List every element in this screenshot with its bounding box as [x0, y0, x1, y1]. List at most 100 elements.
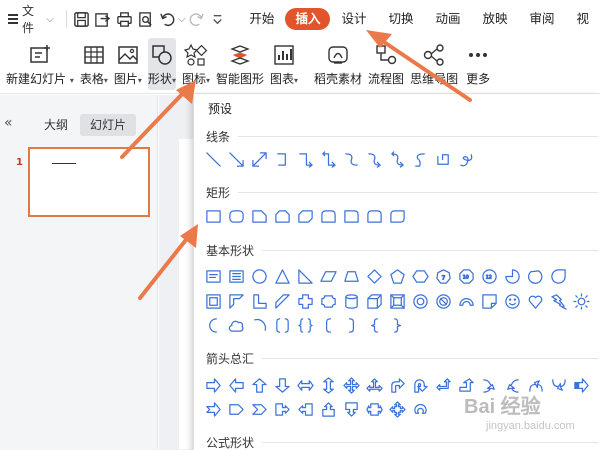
shape-can[interactable] [342, 292, 361, 311]
tab-design[interactable]: 设计 [330, 8, 377, 30]
tab-insert[interactable]: 插入 [285, 8, 331, 30]
shape-curved-double-arrow[interactable] [388, 150, 407, 169]
shape-elbow-connector[interactable] [273, 150, 292, 169]
shape-curve[interactable] [411, 150, 430, 169]
tab-slideshow[interactable]: 放映 [472, 8, 519, 30]
shape-chord[interactable] [526, 267, 545, 286]
shape-chevron[interactable] [250, 400, 269, 419]
shape-right-brace[interactable] [388, 316, 407, 335]
print-preview-button[interactable] [136, 8, 155, 30]
shape-snip-single-corner[interactable] [250, 207, 269, 226]
shape-down-arrow-callout[interactable] [342, 400, 361, 419]
shape-freeform[interactable] [434, 150, 453, 169]
customize-quick-access-button[interactable] [208, 8, 227, 30]
shape-donut[interactable] [411, 292, 430, 311]
shape-line[interactable] [204, 150, 223, 169]
shape-left-right-arrow[interactable] [296, 376, 315, 395]
table-button[interactable]: 表格▾ [80, 38, 108, 90]
stock-material-button[interactable]: 稻壳素材 [314, 38, 362, 90]
shape-circular-arrow[interactable] [411, 400, 430, 419]
shape-double-brace[interactable] [296, 316, 315, 335]
tab-slides[interactable]: 幻灯片 [80, 114, 137, 136]
shape-diagonal-stripe[interactable] [273, 292, 292, 311]
redo-button[interactable] [186, 8, 205, 30]
shape-triangle[interactable] [273, 267, 292, 286]
icon-button[interactable]: 图标▾ [182, 38, 210, 90]
more-button[interactable]: 更多 [464, 38, 492, 90]
undo-button[interactable] [157, 8, 176, 30]
new-slide-button[interactable]: 新建幻灯片 ▾ [6, 38, 74, 90]
shape-quad-arrow-callout[interactable] [388, 400, 407, 419]
shape-no-symbol[interactable] [434, 292, 453, 311]
shape-curved-arrow[interactable] [365, 150, 384, 169]
shape-right-arrow[interactable] [204, 376, 223, 395]
shape-left-bracket[interactable] [319, 316, 338, 335]
shape-sun[interactable] [572, 292, 591, 311]
shape-curved-down-arrow[interactable] [549, 376, 568, 395]
shape-block-arc[interactable] [457, 292, 476, 311]
shape-vertical-text-box[interactable] [227, 267, 246, 286]
shape-snip-round-corner[interactable] [319, 207, 338, 226]
shape-u-turn-arrow[interactable] [411, 376, 430, 395]
shape-left-right-arrow-callout[interactable] [365, 400, 384, 419]
shape-bevel[interactable] [388, 292, 407, 311]
shape-cloud[interactable] [227, 316, 246, 335]
shape-left-arrow-callout[interactable] [296, 400, 315, 419]
shape-down-arrow[interactable] [273, 376, 292, 395]
shape-snip-same-side[interactable] [273, 207, 292, 226]
shape-arc[interactable] [250, 316, 269, 335]
shape-left-brace[interactable] [365, 316, 384, 335]
shape-button[interactable]: 形状▾ [147, 38, 176, 90]
shape-elbow-arrow[interactable] [296, 150, 315, 169]
shape-hexagon[interactable] [411, 267, 430, 286]
shape-left-right-up-arrow[interactable] [365, 376, 384, 395]
shape-up-arrow-callout[interactable] [319, 400, 338, 419]
shape-heptagon[interactable]: 7 [434, 267, 453, 286]
print-button[interactable] [114, 8, 133, 30]
shape-oval[interactable] [250, 267, 269, 286]
shape-right-triangle[interactable] [296, 267, 315, 286]
shape-lightning-bolt[interactable] [549, 292, 568, 311]
tab-review[interactable]: 审阅 [519, 8, 566, 30]
smart-graphic-button[interactable]: 智能图形 [216, 38, 264, 90]
file-menu-button[interactable]: 文件 ⌵ [0, 0, 62, 38]
collapse-panel-icon[interactable]: « [4, 115, 13, 131]
export-pdf-button[interactable] [93, 8, 112, 30]
shape-smiley-face[interactable] [503, 292, 522, 311]
shape-folded-corner[interactable] [480, 292, 499, 311]
shape-heart[interactable] [526, 292, 545, 311]
slide-thumbnail[interactable] [28, 147, 150, 217]
tab-animations[interactable]: 动画 [424, 8, 471, 30]
shape-snip-diagonal[interactable] [296, 207, 315, 226]
shape-teardrop[interactable] [549, 267, 568, 286]
shape-bent-arrow[interactable] [388, 376, 407, 395]
shape-pie[interactable] [503, 267, 522, 286]
shape-notched-right-arrow[interactable] [204, 400, 223, 419]
shape-pentagon-arrow[interactable] [227, 400, 246, 419]
shape-text-box[interactable] [204, 267, 223, 286]
tab-outline[interactable]: 大纲 [34, 114, 78, 136]
shape-plaque[interactable] [319, 292, 338, 311]
shape-round-diagonal[interactable] [388, 207, 407, 226]
shape-decagon[interactable]: 10 [457, 267, 476, 286]
shape-rectangle[interactable] [204, 207, 223, 226]
shape-left-up-arrow[interactable] [434, 376, 453, 395]
shape-frame[interactable] [204, 292, 223, 311]
shape-parallelogram[interactable] [319, 267, 338, 286]
shape-double-bracket[interactable] [273, 316, 292, 335]
tab-view[interactable]: 视 [566, 8, 600, 30]
shape-curved-connector[interactable] [342, 150, 361, 169]
shape-half-frame[interactable] [227, 292, 246, 311]
shape-up-down-arrow[interactable] [319, 376, 338, 395]
save-button[interactable] [72, 8, 91, 30]
shape-quad-arrow[interactable] [342, 376, 361, 395]
shape-right-bracket[interactable] [342, 316, 361, 335]
tab-home[interactable]: 开始 [238, 8, 285, 30]
shape-double-arrow-line[interactable] [250, 150, 269, 169]
flowchart-button[interactable]: 流程图 [368, 38, 404, 90]
undo-dropdown-icon[interactable]: ⌵ [178, 14, 186, 25]
shape-round-same-side[interactable] [365, 207, 384, 226]
shape-trapezoid[interactable] [342, 267, 361, 286]
shape-cross[interactable] [296, 292, 315, 311]
shape-moon[interactable] [204, 316, 223, 335]
